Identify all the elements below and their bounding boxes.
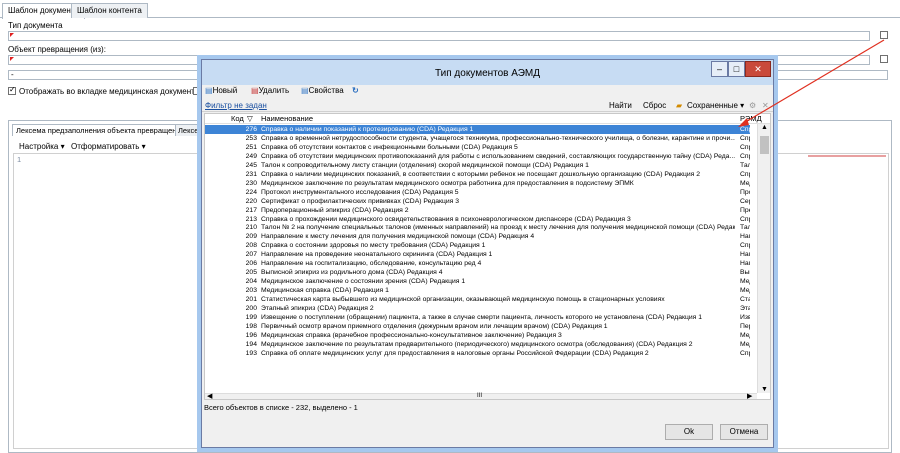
annotation-arrow [738,39,885,127]
